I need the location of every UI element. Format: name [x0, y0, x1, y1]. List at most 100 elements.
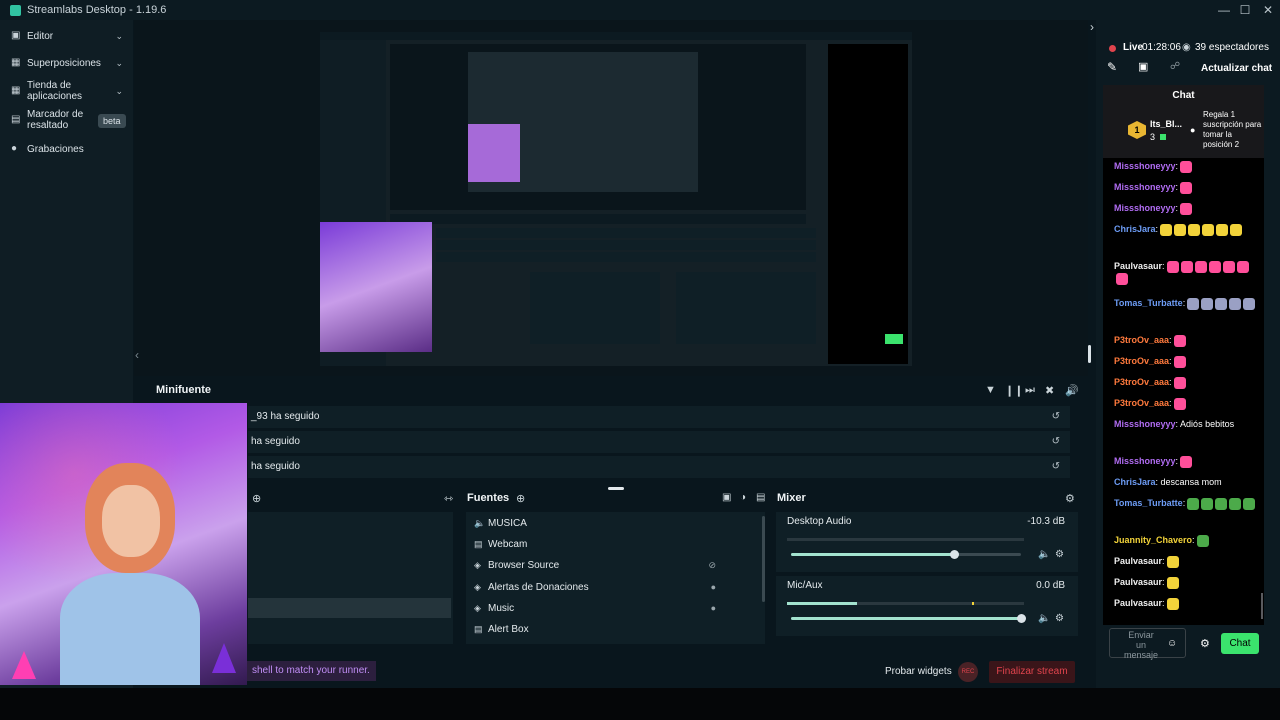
share-icon[interactable]: ☍ [1170, 61, 1180, 72]
chat-scrollbar[interactable] [1261, 593, 1263, 619]
chat-username[interactable]: Missshoneyyy [1114, 182, 1176, 192]
source-group-icon[interactable]: ▣ [722, 492, 731, 503]
chat-username[interactable]: Juannity_Chavero [1114, 535, 1192, 545]
chat-separator: : [1175, 182, 1179, 192]
chat-send-button[interactable]: Chat [1221, 633, 1259, 654]
chat-username[interactable]: Missshoneyyy [1114, 419, 1176, 429]
scene-transitions-icon[interactable]: ⇿ [444, 492, 453, 505]
volume-icon[interactable]: 🔈 [1038, 549, 1050, 560]
filter-icon[interactable]: ▼ [985, 384, 996, 396]
chat-input[interactable]: Enviar un mensaje ☺ [1109, 628, 1186, 660]
chat-settings-icon[interactable]: ⚙ [1200, 637, 1210, 650]
source-item[interactable]: ◈ Music ● [474, 598, 766, 618]
volume-icon[interactable]: 🔈 [1038, 613, 1050, 624]
live-label: Live [1123, 42, 1144, 53]
volume-slider[interactable] [791, 614, 1026, 623]
skip-icon[interactable]: ⏭ [1025, 384, 1035, 397]
replay-icon[interactable]: ↺ [1052, 456, 1060, 478]
clips-icon[interactable]: ▣ [1138, 60, 1148, 73]
volume-slider[interactable] [791, 550, 1021, 559]
chevron-left-icon[interactable]: ‹ [135, 348, 139, 362]
edit-icon[interactable]: ✎ [1107, 60, 1117, 74]
chat-username[interactable]: Paulvasaur [1114, 577, 1162, 587]
pause-icon[interactable]: ❙❙ [1005, 384, 1023, 397]
chat-username[interactable]: P3troOv_aaa [1114, 335, 1169, 345]
chat-username[interactable]: ChrisJara [1114, 477, 1156, 487]
maximize-button[interactable]: ☐ [1233, 0, 1257, 20]
chat-username[interactable]: P3troOv_aaa [1114, 377, 1169, 387]
source-item[interactable]: ▤ Alert Box [474, 619, 766, 639]
emote-icon [1187, 497, 1200, 510]
channel-volume: 0.0 dB [1036, 580, 1065, 591]
source-item[interactable]: 🔈 MUSICA [474, 513, 766, 533]
chat-username[interactable]: Tomas_Turbatte [1114, 498, 1183, 508]
test-widgets-button[interactable]: Probar widgets [885, 666, 952, 677]
emote-icon [1180, 260, 1193, 273]
emote-icon [1166, 555, 1179, 568]
hidden-eye-icon[interactable]: ⊘ [708, 555, 716, 575]
scene-item-selected[interactable] [248, 598, 451, 618]
chat-username[interactable]: Paulvasaur [1114, 556, 1162, 566]
chat-username[interactable]: ChrisJara [1114, 224, 1156, 234]
lock-icon[interactable]: ● [711, 577, 716, 597]
volume-knob[interactable] [950, 550, 960, 559]
emote-icon [1188, 223, 1201, 236]
chat-message: Paulvasaur: [1114, 576, 1262, 589]
chat-username[interactable]: P3troOv_aaa [1114, 398, 1169, 408]
monitor-icon: ▣ [11, 30, 21, 41]
source-mixer-icon[interactable]: ◑ [740, 492, 746, 503]
replay-icon[interactable]: ↺ [1052, 406, 1060, 428]
chat-panel: Chat 1 Its_Bl... 3 ● Regala 1 suscripció… [1103, 85, 1264, 625]
volume-knob[interactable] [1017, 614, 1026, 623]
rec-button[interactable]: REC [958, 662, 978, 682]
gear-icon[interactable]: ⚙ [1065, 492, 1075, 505]
chat-message: Paulvasaur: [1114, 597, 1262, 610]
chevron-right-icon[interactable]: › [1090, 20, 1094, 34]
streamer-face [102, 485, 160, 557]
emote-icon [1160, 223, 1173, 236]
volume-icon[interactable]: 🔊 [1065, 384, 1079, 397]
sources-scrollbar[interactable] [762, 516, 765, 602]
chat-username[interactable]: Missshoneyyy [1114, 161, 1176, 171]
gear-icon[interactable]: ⚙ [1055, 549, 1064, 560]
sidebar-item-app-store[interactable]: ▦ Tienda de aplicaciones ⌄ [0, 80, 133, 102]
sidebar-item-editor[interactable]: ▣ Editor ⌄ [0, 30, 133, 42]
emote-icon [1236, 260, 1249, 273]
ticker-text: shell to match your runner. [246, 661, 376, 681]
chat-username[interactable]: Tomas_Turbatte [1114, 298, 1183, 308]
emoji-icon[interactable]: ☺ [1167, 638, 1177, 649]
source-item[interactable]: ◈ Alertas de Donaciones ● [474, 577, 766, 597]
folder-icon: ▤ [474, 624, 483, 634]
chat-username[interactable]: Missshoneyyy [1114, 203, 1176, 213]
end-stream-button[interactable]: Finalizar stream [989, 661, 1075, 683]
lock-icon[interactable]: ● [711, 598, 716, 618]
chat-message: Tomas_Turbatte: [1114, 297, 1262, 310]
chat-input-placeholder: Enviar un mensaje [1123, 630, 1159, 660]
panel-resize-handle[interactable] [1088, 345, 1091, 363]
emote-icon [1173, 334, 1186, 347]
chat-message: P3troOv_aaa: [1114, 376, 1262, 389]
source-item[interactable]: ◈ Browser Source ⊘ [474, 555, 766, 575]
add-source-icon[interactable]: ⊕ [516, 492, 525, 505]
chat-username[interactable]: P3troOv_aaa [1114, 356, 1169, 366]
add-scene-icon[interactable]: ⊕ [252, 492, 261, 505]
gear-icon[interactable]: ⚙ [1055, 613, 1064, 624]
chat-username[interactable]: Missshoneyyy [1114, 456, 1176, 466]
sidebar-item-highlighter[interactable]: ▤ Marcador de resaltado beta [0, 109, 133, 131]
emote-icon [1174, 223, 1187, 236]
refresh-chat-button[interactable]: Actualizar chat [1201, 63, 1272, 74]
minifuente-header: Minifuente ▼ ❙❙ ⏭ ✖ 🔊 [134, 378, 1088, 402]
stream-preview[interactable] [134, 20, 1088, 376]
close-button[interactable]: ✕ [1256, 0, 1280, 20]
sidebar-item-overlays[interactable]: ▦ Superposiciones ⌄ [0, 57, 133, 69]
replay-icon[interactable]: ↺ [1052, 431, 1060, 453]
chat-username[interactable]: Paulvasaur [1114, 598, 1162, 608]
event-text: ha seguido [251, 436, 300, 447]
chat-username[interactable]: Paulvasaur [1114, 261, 1162, 271]
source-item[interactable]: ▤ Webcam [474, 534, 766, 554]
source-folder-icon[interactable]: ▤ [756, 492, 765, 503]
chat-message: Juannity_Chavero: [1114, 534, 1262, 547]
beta-badge: beta [98, 114, 126, 128]
sidebar-item-recordings[interactable]: ● Grabaciones [0, 143, 133, 155]
mute-alerts-icon[interactable]: ✖ [1045, 384, 1054, 397]
